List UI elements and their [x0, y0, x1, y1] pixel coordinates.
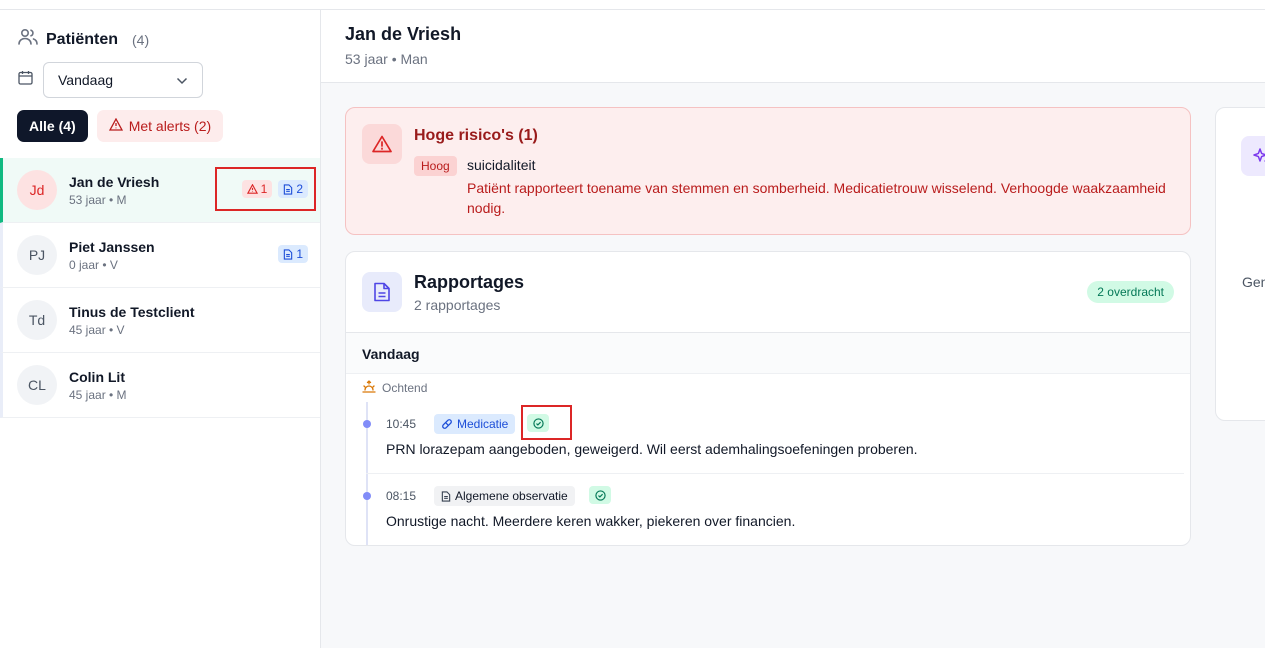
- alert-count: 1: [260, 182, 268, 196]
- avatar: CL: [17, 365, 57, 405]
- report-count: 1: [296, 247, 303, 261]
- risk-title: Hoge risico's (1): [414, 127, 538, 144]
- patient-name: Tinus de Testclient: [69, 303, 195, 320]
- users-icon: [18, 28, 38, 51]
- daypart-text: Ochtend: [382, 381, 428, 395]
- sidebar-title: Patiënten: [46, 30, 119, 48]
- check-circle-icon: [589, 486, 611, 504]
- report-badge: 1: [278, 245, 308, 263]
- patient-header: Jan de Vriesh 53 jaar • Man: [321, 10, 1265, 83]
- risk-name: suicidaliteit: [467, 157, 536, 173]
- report-time: 08:15: [386, 489, 417, 503]
- day-header: Vandaag: [346, 332, 1190, 374]
- risk-card: Hoge risico's (1) Hoog suicidaliteit Pat…: [345, 107, 1191, 235]
- patient-row[interactable]: Td Tinus de Testclient 45 jaar • V: [0, 288, 320, 353]
- alert-badge: 1: [241, 180, 273, 198]
- patient-name: Jan de Vriesh: [69, 173, 160, 190]
- patient-subtitle: 53 jaar • Man: [345, 51, 428, 67]
- date-select[interactable]: Vandaag: [43, 62, 203, 98]
- patient-row[interactable]: PJ Piet Janssen 0 jaar • V 1: [0, 223, 320, 288]
- filter-alerts-label: Met alerts (2): [128, 118, 212, 134]
- report-count: 2: [296, 182, 303, 196]
- timeline-dot: [363, 492, 371, 500]
- patient-badges: 1: [278, 245, 308, 263]
- avatar: PJ: [17, 235, 57, 275]
- top-bar: [0, 0, 1265, 10]
- ai-summary-card: Gen: [1215, 107, 1265, 421]
- document-icon: [441, 490, 451, 502]
- report-time: 10:45: [386, 417, 417, 431]
- reports-subtitle: 2 rapportages: [414, 297, 501, 313]
- patient-meta: 53 jaar • M: [69, 192, 127, 207]
- report-entry[interactable]: 08:15 Algemene observatie Onrustige nach…: [363, 474, 1184, 545]
- calendar-icon: [18, 70, 33, 90]
- sparkles-icon: [1241, 136, 1265, 176]
- patient-name: Piet Janssen: [69, 238, 155, 255]
- warning-icon: [108, 117, 123, 134]
- date-filter-row: Vandaag: [18, 62, 203, 98]
- date-select-value: Vandaag: [58, 72, 114, 88]
- category-badge: Algemene observatie: [434, 486, 575, 506]
- document-icon: [284, 248, 293, 260]
- document-icon: [362, 272, 402, 312]
- chevron-down-icon: [176, 72, 188, 88]
- patient-list: Jd Jan de Vriesh 53 jaar • M 1 2 PJ Piet…: [0, 158, 320, 418]
- report-text: PRN lorazepam aangeboden, geweigerd. Wil…: [386, 441, 918, 457]
- report-badge: 2: [278, 180, 308, 198]
- timeline-dot: [363, 420, 371, 428]
- patient-name: Colin Lit: [69, 368, 125, 385]
- sidebar-header: Patiënten (4): [18, 28, 149, 51]
- daypart-label: Ochtend: [362, 380, 427, 396]
- patient-row[interactable]: CL Colin Lit 45 jaar • M: [0, 353, 320, 418]
- filter-all-button[interactable]: Alle (4): [17, 110, 88, 142]
- patient-meta: 45 jaar • M: [69, 387, 127, 402]
- document-icon: [284, 183, 293, 195]
- pill-icon: [442, 419, 452, 429]
- patient-sidebar: Patiënten (4) Vandaag Alle (4) Met alert…: [0, 10, 321, 648]
- category-label: Algemene observatie: [455, 489, 568, 503]
- filter-alerts-button[interactable]: Met alerts (2): [96, 110, 224, 142]
- category-badge: Medicatie: [434, 414, 516, 434]
- patient-badges: 1 2: [241, 180, 308, 198]
- warning-icon: [246, 184, 258, 194]
- filter-tabs: Alle (4) Met alerts (2): [17, 110, 224, 142]
- ai-summary-text: Gen: [1242, 274, 1265, 290]
- page-title: Jan de Vriesh: [345, 24, 462, 44]
- patient-row[interactable]: Jd Jan de Vriesh 53 jaar • M 1 2: [0, 158, 320, 223]
- avatar: Td: [17, 300, 57, 340]
- report-entry[interactable]: 10:45 Medicatie PRN lorazepam aangeboden…: [363, 402, 1184, 474]
- handover-badge: 2 overdracht: [1087, 281, 1174, 303]
- patient-meta: 0 jaar • V: [69, 257, 118, 272]
- patient-meta: 45 jaar • V: [69, 322, 125, 337]
- risk-description: Patiënt rapporteert toename van stemmen …: [467, 180, 1166, 216]
- sunrise-icon: [362, 380, 376, 396]
- report-text: Onrustige nacht. Meerdere keren wakker, …: [386, 513, 796, 529]
- warning-icon: [362, 124, 402, 164]
- check-circle-icon: [527, 414, 549, 432]
- risk-level-badge: Hoog: [414, 156, 457, 176]
- reports-title: Rapportages: [414, 272, 525, 292]
- avatar: Jd: [17, 170, 57, 210]
- category-label: Medicatie: [457, 417, 509, 431]
- patient-count: (4): [132, 31, 150, 48]
- reports-card: Rapportages 2 rapportages 2 overdracht V…: [345, 251, 1191, 546]
